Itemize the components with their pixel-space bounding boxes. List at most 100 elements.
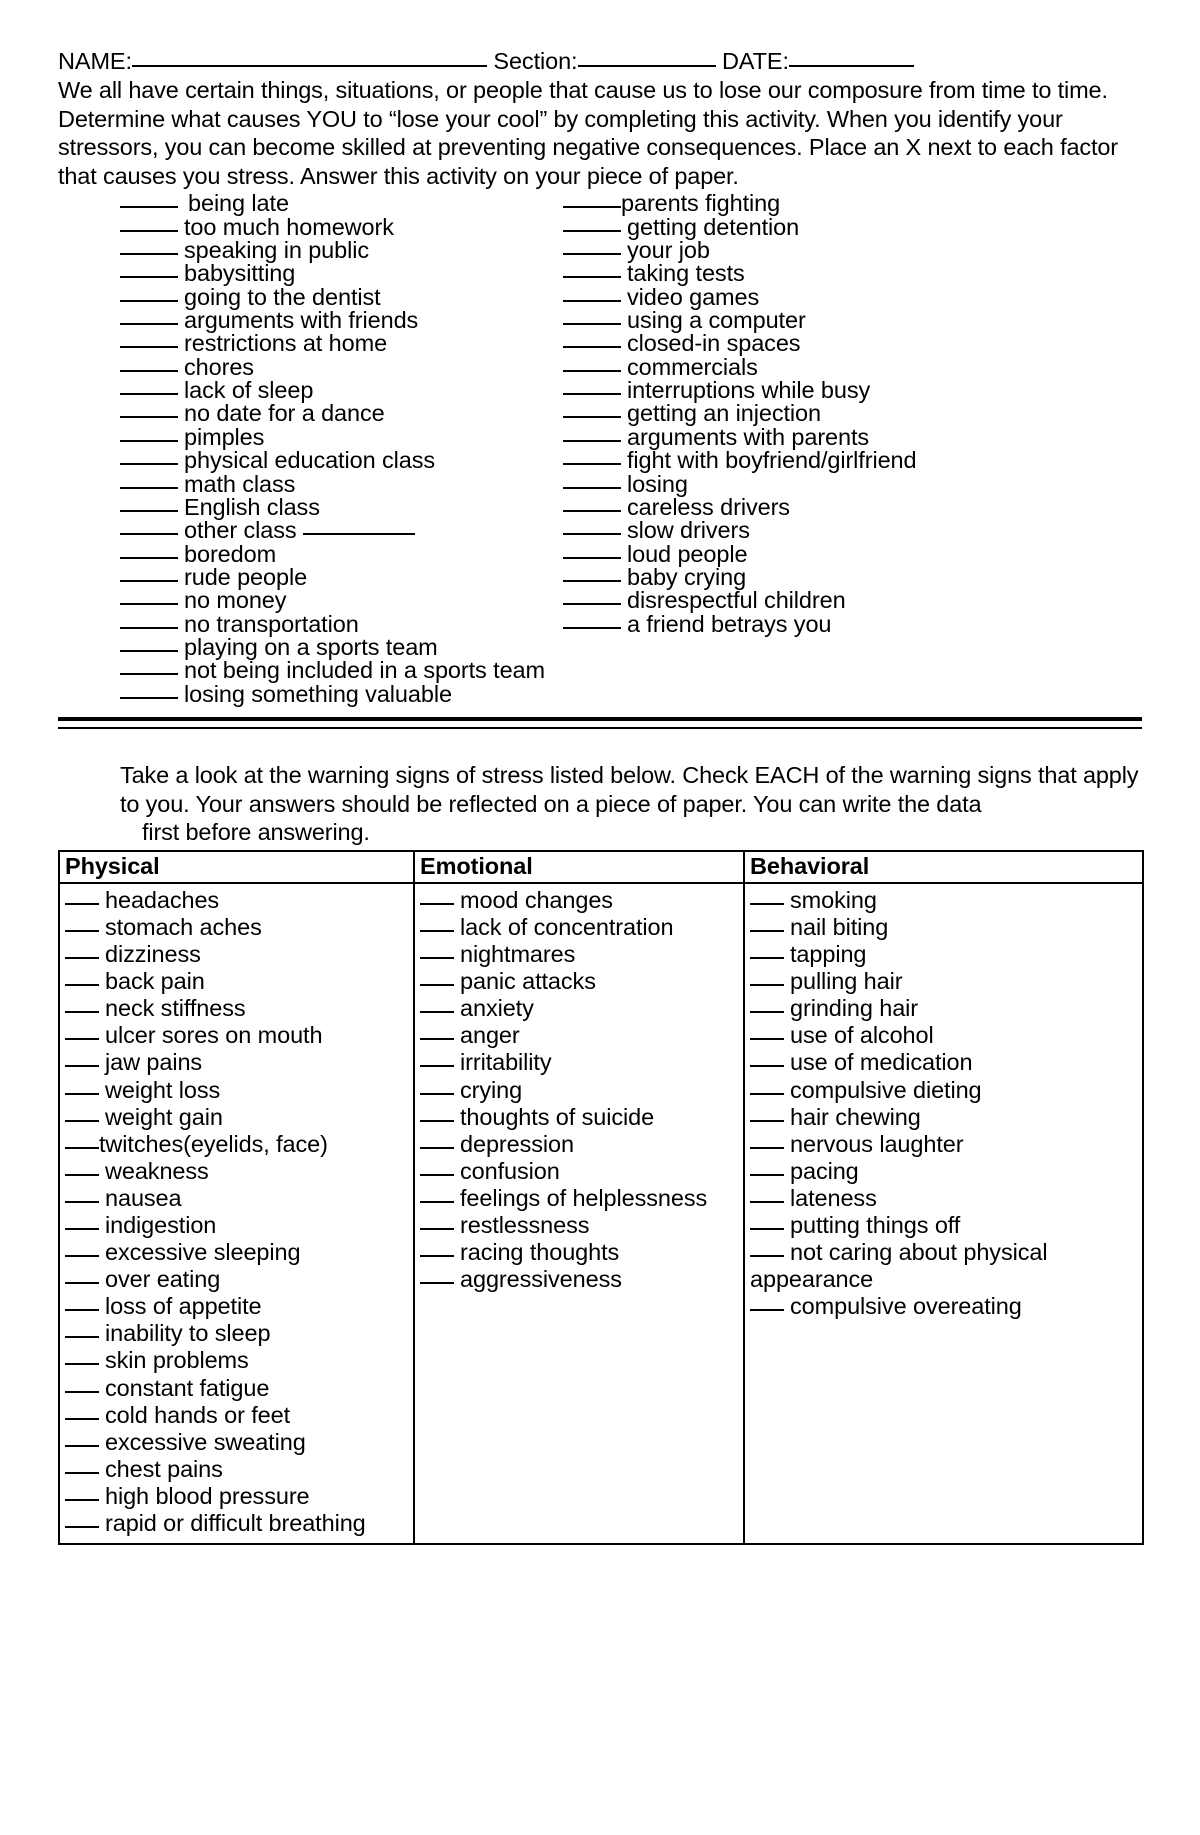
list-item[interactable]: careless drivers — [563, 495, 1043, 519]
list-item[interactable]: confusion — [420, 1158, 743, 1185]
list-item[interactable]: loss of appetite — [65, 1293, 413, 1320]
list-item-other-class[interactable]: other class — [120, 518, 620, 542]
checkbox-blank[interactable] — [420, 984, 454, 987]
list-item[interactable]: ulcer sores on mouth — [65, 1022, 413, 1049]
checkbox-blank[interactable] — [563, 253, 621, 256]
checkbox-blank[interactable] — [563, 276, 621, 279]
checkbox-blank[interactable] — [65, 1390, 99, 1393]
checkbox-blank[interactable] — [65, 1282, 99, 1285]
checkbox-blank[interactable] — [65, 1173, 99, 1176]
checkbox-blank[interactable] — [563, 603, 621, 606]
other-class-write-in-line[interactable] — [302, 533, 415, 536]
checkbox-blank[interactable] — [120, 253, 178, 256]
list-item[interactable]: cold hands or feet — [65, 1402, 413, 1429]
checkbox-blank[interactable] — [420, 1200, 454, 1203]
checkbox-blank[interactable] — [750, 1255, 784, 1258]
checkbox-blank[interactable] — [750, 1038, 784, 1041]
checkbox-blank[interactable] — [120, 299, 178, 302]
checkbox-blank[interactable] — [563, 579, 621, 582]
list-item[interactable]: twitches(eyelids, face) — [65, 1131, 413, 1158]
checkbox-blank[interactable] — [420, 1282, 454, 1285]
list-item[interactable]: inability to sleep — [65, 1320, 413, 1347]
checkbox-blank[interactable] — [120, 509, 178, 512]
checkbox-blank[interactable] — [750, 1119, 784, 1122]
checkbox-blank[interactable] — [563, 299, 621, 302]
list-item[interactable]: no transportation — [120, 612, 620, 636]
list-item[interactable]: weakness — [65, 1158, 413, 1185]
list-item[interactable]: loud people — [563, 542, 1043, 566]
checkbox-blank[interactable] — [120, 439, 178, 442]
list-item[interactable]: a friend betrays you — [563, 612, 1043, 636]
list-item[interactable]: physical education class — [120, 448, 620, 472]
list-item[interactable]: use of alcohol — [750, 1022, 1142, 1049]
checkbox-blank[interactable] — [563, 626, 621, 629]
list-item[interactable]: irritability — [420, 1049, 743, 1076]
list-item[interactable]: playing on a sports team — [120, 635, 620, 659]
checkbox-blank[interactable] — [65, 1498, 99, 1501]
checkbox-blank[interactable] — [120, 416, 178, 419]
list-item[interactable]: high blood pressure — [65, 1483, 413, 1510]
list-item[interactable]: constant fatigue — [65, 1375, 413, 1402]
checkbox-blank[interactable] — [563, 416, 621, 419]
list-item[interactable]: aggressiveness — [420, 1266, 743, 1293]
list-item[interactable]: being late — [120, 192, 620, 215]
list-item[interactable]: restlessness — [420, 1212, 743, 1239]
section-input-line[interactable] — [577, 65, 716, 67]
list-item[interactable]: rapid or difficult breathing — [65, 1510, 413, 1537]
list-item[interactable]: feelings of helplessness — [420, 1185, 743, 1212]
checkbox-blank[interactable] — [120, 579, 178, 582]
checkbox-blank[interactable] — [420, 902, 454, 905]
list-item[interactable]: pimples — [120, 425, 620, 449]
checkbox-blank[interactable] — [65, 1309, 99, 1312]
list-item[interactable]: baby crying — [563, 565, 1043, 589]
checkbox-blank[interactable] — [750, 1228, 784, 1230]
list-item[interactable]: thoughts of suicide — [420, 1104, 743, 1131]
checkbox-blank[interactable] — [65, 1146, 99, 1149]
list-item[interactable]: nightmares — [420, 941, 743, 968]
list-item[interactable]: depression — [420, 1131, 743, 1158]
checkbox-blank[interactable] — [65, 1092, 99, 1095]
list-item[interactable]: indigestion — [65, 1212, 413, 1239]
date-input-line[interactable] — [788, 65, 914, 67]
list-item[interactable]: nausea — [65, 1185, 413, 1212]
checkbox-blank[interactable] — [65, 1336, 99, 1339]
list-item[interactable]: not being included in a sports team — [120, 659, 620, 682]
checkbox-blank[interactable] — [65, 1228, 99, 1230]
list-item[interactable]: parents fighting — [563, 192, 1043, 215]
checkbox-blank[interactable] — [120, 533, 178, 536]
list-item[interactable]: use of medication — [750, 1049, 1142, 1076]
list-item[interactable]: skin problems — [65, 1347, 413, 1374]
checkbox-blank[interactable] — [120, 346, 178, 349]
checkbox-blank[interactable] — [65, 957, 99, 960]
checkbox-blank[interactable] — [750, 1065, 784, 1068]
list-item[interactable]: video games — [563, 285, 1043, 309]
list-item[interactable]: neck stiffness — [65, 995, 413, 1022]
list-item[interactable]: dizziness — [65, 941, 413, 968]
checkbox-blank[interactable] — [563, 229, 621, 232]
checkbox-blank[interactable] — [65, 1038, 99, 1041]
list-item[interactable]: losing something valuable — [120, 682, 620, 706]
checkbox-blank[interactable] — [120, 486, 178, 489]
list-item[interactable]: losing — [563, 472, 1043, 496]
checkbox-blank[interactable] — [563, 463, 621, 466]
list-item[interactable]: lack of concentration — [420, 914, 743, 941]
checkbox-blank[interactable] — [563, 556, 621, 559]
list-item[interactable]: taking tests — [563, 262, 1043, 285]
checkbox-blank[interactable] — [65, 984, 99, 987]
list-item[interactable]: nail biting — [750, 914, 1142, 941]
list-item[interactable]: chest pains — [65, 1456, 413, 1483]
checkbox-blank[interactable] — [420, 1146, 454, 1149]
checkbox-blank[interactable] — [420, 1011, 454, 1014]
checkbox-blank[interactable] — [750, 984, 784, 987]
checkbox-blank[interactable] — [120, 229, 178, 232]
checkbox-blank[interactable] — [120, 649, 178, 652]
list-item[interactable]: speaking in public — [120, 238, 620, 262]
list-item[interactable]: no date for a dance — [120, 402, 620, 425]
checkbox-blank[interactable] — [120, 206, 178, 209]
list-item[interactable]: compulsive dieting — [750, 1077, 1142, 1104]
list-item[interactable]: grinding hair — [750, 995, 1142, 1022]
list-item[interactable]: English class — [120, 495, 620, 519]
list-item[interactable]: crying — [420, 1077, 743, 1104]
list-item[interactable]: headaches — [65, 887, 413, 914]
checkbox-blank[interactable] — [120, 696, 178, 699]
